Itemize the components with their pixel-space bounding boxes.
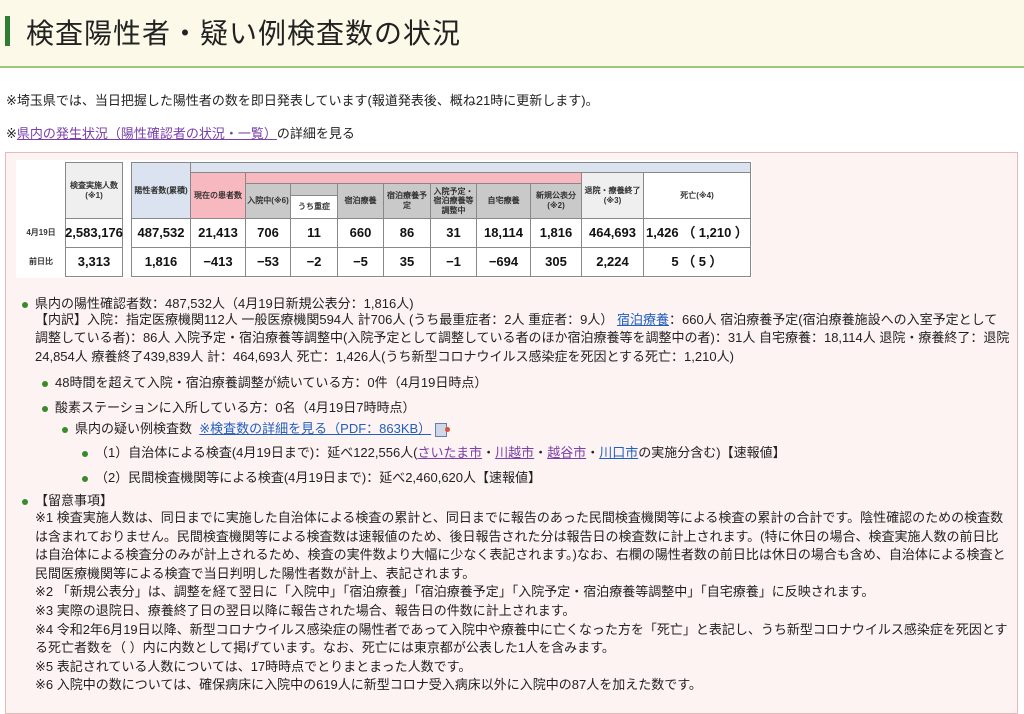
row-label: 前日比	[16, 247, 66, 277]
hotel-care-link[interactable]: 宿泊療養	[617, 312, 669, 327]
outbreak-status-link[interactable]: 県内の発生状況（陽性確認者の状況・一覧）	[17, 126, 277, 141]
cell-severe: −2	[290, 247, 338, 277]
cell-hotel: −5	[337, 247, 384, 277]
cell-hotel: 660	[337, 218, 384, 248]
bullet-icon	[42, 380, 48, 387]
bullet-icon	[62, 426, 68, 433]
header-current: 現在の患者数	[190, 172, 246, 219]
cell-recovered: 2,224	[581, 247, 644, 277]
cell-new: 1,816	[530, 218, 582, 248]
cell-new: 305	[530, 247, 582, 277]
suspected-label: 県内の疑い例検査数	[75, 421, 193, 436]
cell-tests: 2,583,176	[65, 218, 123, 248]
positives-text: 県内の陽性確認者数：487,532人（4月19日新規公表分：1,816人)	[35, 296, 414, 311]
cell-deaths: 1,426 （ 1,210 ）	[643, 218, 751, 248]
cell-current: −413	[190, 247, 246, 277]
cell-adjusting: 31	[430, 218, 477, 248]
cell-hotel-planned: 35	[383, 247, 431, 277]
separator: ・	[534, 445, 548, 460]
status-table: 検査実施人数(※1) 陽性者数(累積) 現在の患者数 入院中(※6) うち重症 宿泊療養宿…	[16, 160, 752, 278]
suspected-item: 県内の疑い例検査数 ※検査数の詳細を見る（PDF：863KB）	[62, 418, 451, 437]
cell-positives: 1,816	[131, 247, 191, 277]
header-recovered: 退院・療養終了(※3)	[581, 172, 644, 219]
cell-tests: 3,313	[65, 247, 123, 277]
koshigaya-link[interactable]: 越谷市	[547, 445, 586, 460]
cell-home: 18,114	[476, 218, 531, 248]
saitama-link[interactable]: さいたま市	[418, 445, 483, 460]
detail-link-line: ※県内の発生状況（陽性確認者の状況・一覧）の詳細を見る	[6, 123, 355, 142]
cell-home: −694	[476, 247, 531, 277]
oxygen-item: 酸素ステーションに入所している方：0名（4月19日7時時点）	[42, 397, 416, 416]
bullet-icon	[82, 450, 88, 457]
breakdown-text: 【内訳】入院：指定医療機関112人 一般医療機関594人 計706人 (うち最重…	[35, 311, 1010, 366]
note-1: ※1 検査実施人数は、同日までに実施した自治体による検査の累計と、同日までに報告…	[35, 510, 1006, 581]
local-text: （1）自治体による検査(4月19日まで)：延べ122,556人(	[95, 445, 418, 460]
kawagoe-link[interactable]: 川越市	[495, 445, 534, 460]
cell-adjusting: −1	[430, 247, 477, 277]
positives-summary: 県内の陽性確認者数：487,532人（4月19日新規公表分：1,816人)	[22, 293, 414, 312]
header-home: 自宅療養	[476, 183, 531, 219]
header-deaths: 死亡(※4)	[643, 172, 751, 219]
header-adjusting: 入院予定・宿泊療養等調整中	[430, 183, 477, 219]
oxygen-text: 酸素ステーションに入所している方：0名（4月19日7時時点）	[55, 400, 416, 415]
header-hospitalized: 入院中(※6)	[245, 183, 291, 219]
header-tests: 検査実施人数(※1)	[65, 162, 123, 219]
separator: ・	[482, 445, 496, 460]
bullet-icon	[22, 498, 28, 505]
note-mark: ※	[6, 126, 17, 141]
private-test-item: （2）民間検査機関等による検査(4月19日まで)：延べ2,460,620人【速報…	[82, 467, 541, 486]
cell-deaths: 5 （ 5 ）	[643, 247, 751, 277]
cell-hospitalized: −53	[245, 247, 291, 277]
breakdown-part: 【内訳】入院：指定医療機関112人 一般医療機関594人 計706人 (うち最重…	[35, 312, 617, 327]
page-header: 検査陽性者・疑い例検査数の状況	[0, 0, 1024, 68]
pdf-icon	[435, 422, 451, 437]
cell-hospitalized: 706	[245, 218, 291, 248]
test-details-pdf-link[interactable]: ※検査数の詳細を見る（PDF：863KB）	[199, 421, 431, 436]
cell-hotel-planned: 86	[383, 218, 431, 248]
header-new: 新規公表分(※2)	[530, 183, 582, 219]
bullet-icon	[42, 405, 48, 412]
notes-title: 【留意事項】	[22, 490, 113, 509]
page-title: 検査陽性者・疑い例検査数の状況	[26, 18, 462, 49]
note-6: ※6 入院中の数については、確保病床に入院中の619人に新型コロナ受入病床以外に…	[35, 677, 702, 693]
separator: ・	[586, 445, 600, 460]
bullet-icon	[82, 475, 88, 482]
note-4: ※4 令和2年6月19日以降、新型コロナウイルス感染症の陽性者であって入院中や療…	[35, 621, 1008, 656]
update-notice: ※埼玉県では、当日把握した陽性者の数を即日発表しています(報道発表後、概ね21時…	[6, 93, 599, 108]
local-test-item: （1）自治体による検査(4月19日まで)：延べ122,556人(さいたま市・川越…	[82, 442, 786, 461]
kawaguchi-link[interactable]: 川口市	[599, 445, 638, 460]
header-severe: うち重症	[290, 195, 338, 219]
header-hotel: 宿泊療養	[337, 183, 384, 219]
over48-item: 48時間を超えて入院・宿泊療養調整が続いている方：0件（4月19日時点）	[42, 372, 487, 391]
over48-text: 48時間を超えて入院・宿泊療養調整が続いている方：0件（4月19日時点）	[55, 375, 488, 390]
bullet-icon	[22, 301, 28, 308]
note-5: ※5 表記されている人数については、17時時点でとりまとまった人数です。	[35, 658, 472, 674]
header-hotel-planned: 宿泊療養予定	[383, 183, 431, 219]
notes-list: ※1 検査実施人数は、同日までに実施した自治体による検査の累計と、同日までに報告…	[35, 509, 1010, 695]
local-text-end: の実施分含む)【速報値】	[638, 445, 786, 460]
note-3: ※3 実際の退院日、療養終了日の翌日以降に報告された場合、報告日の件数に計上され…	[35, 602, 576, 618]
notes-title-text: 【留意事項】	[35, 493, 114, 508]
note-2: ※2 「新規公表分」は、調整を経て翌日に「入院中」「宿泊療養」「宿泊療養予定」「…	[35, 584, 875, 600]
link-suffix: の詳細を見る	[276, 126, 355, 141]
cell-severe: 11	[290, 218, 338, 248]
cell-current: 21,413	[190, 218, 246, 248]
cell-positives: 487,532	[131, 218, 191, 248]
row-label: 4月19日	[16, 218, 66, 248]
private-text: （2）民間検査機関等による検査(4月19日まで)：延べ2,460,620人【速報…	[95, 470, 542, 485]
header-positives: 陽性者数(累積)	[131, 162, 191, 219]
header-accent-bar	[5, 16, 10, 46]
cell-recovered: 464,693	[581, 218, 644, 248]
